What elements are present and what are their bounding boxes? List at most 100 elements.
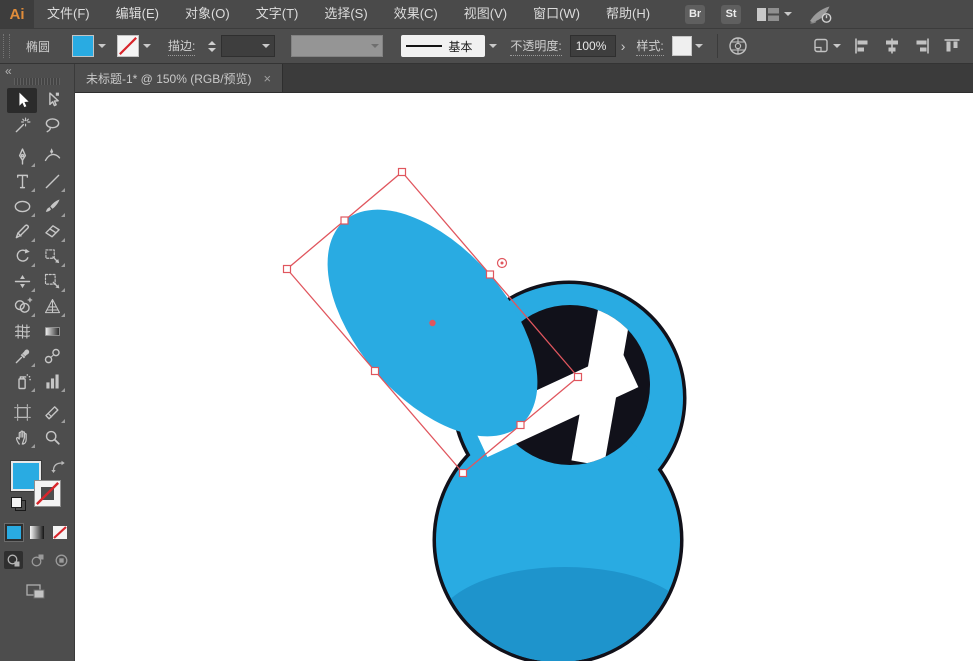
screen-mode-button[interactable] [25, 582, 49, 605]
stroke-weight-stepper[interactable] [205, 35, 218, 57]
collapse-panel-icon[interactable]: « [5, 65, 12, 77]
flyout-indicator [31, 288, 35, 292]
style-label[interactable]: 样式: [636, 37, 664, 56]
selection-handle[interactable] [340, 216, 349, 225]
brush-definition-combo[interactable]: 基本 [401, 35, 486, 57]
flyout-indicator [31, 444, 35, 448]
workspace-switcher[interactable] [757, 7, 793, 21]
artboard-tool[interactable] [7, 400, 37, 425]
gpu-performance-rocket-icon[interactable] [808, 5, 834, 24]
opacity-label[interactable]: 不透明度: [510, 37, 562, 56]
opacity-menu-arrow[interactable]: › [616, 35, 631, 57]
selection-handle[interactable] [282, 264, 292, 274]
stroke-weight-combo[interactable] [221, 35, 276, 57]
style-dropdown[interactable] [692, 35, 707, 57]
direct-selection-tool[interactable] [37, 88, 67, 113]
selection-handle[interactable] [458, 468, 468, 478]
zoom-tool[interactable] [37, 425, 67, 450]
fill-swatch-dropdown[interactable] [94, 35, 109, 57]
draw-inside-button[interactable] [52, 551, 71, 569]
gradient-icon [30, 526, 44, 539]
stroke-weight-label[interactable]: 描边: [168, 37, 196, 56]
shape-builder-tool[interactable] [7, 294, 37, 319]
menu-item-6[interactable]: 视图(V) [451, 0, 520, 28]
menu-item-1[interactable]: 编辑(E) [103, 0, 172, 28]
menu-item-5[interactable]: 效果(C) [381, 0, 451, 28]
artwork [282, 167, 687, 661]
flyout-indicator [61, 288, 65, 292]
mesh-tool[interactable] [7, 319, 37, 344]
fill-color-swatch[interactable] [72, 35, 95, 57]
scale-tool[interactable] [37, 244, 67, 269]
bridge-button[interactable]: Br [685, 4, 706, 24]
align-left-button[interactable] [853, 37, 871, 55]
control-bar-grip[interactable] [3, 34, 10, 58]
hand-tool[interactable] [7, 425, 37, 450]
brush-dropdown[interactable] [485, 35, 500, 57]
paintbrush-tool[interactable] [37, 194, 67, 219]
recolor-artwork-button[interactable] [728, 36, 748, 56]
style-swatch[interactable] [671, 36, 692, 56]
type-tool[interactable] [7, 169, 37, 194]
blend-tool[interactable] [37, 344, 67, 369]
symbol-sprayer-tool[interactable] [7, 369, 37, 394]
line-segment-tool[interactable] [37, 169, 67, 194]
shape-properties-button[interactable] [812, 36, 841, 56]
pencil-tool[interactable] [7, 219, 37, 244]
align-right-button[interactable] [913, 37, 931, 55]
selection-tool[interactable] [7, 88, 37, 113]
menu-item-0[interactable]: 文件(F) [34, 0, 103, 28]
align-left-icon [855, 38, 868, 54]
selection-center-point[interactable] [429, 319, 436, 327]
opacity-input[interactable] [569, 35, 616, 57]
align-center-icon [886, 38, 898, 54]
stock-button[interactable]: St [721, 4, 742, 24]
curvature-tool[interactable] [37, 144, 67, 169]
draw-normal-button[interactable] [3, 551, 23, 569]
selection-handle[interactable] [397, 167, 407, 177]
perspective-grid-tool[interactable] [37, 294, 67, 319]
close-icon[interactable]: × [264, 72, 272, 85]
menu-item-4[interactable]: 选择(S) [311, 0, 380, 28]
free-transform-tool[interactable] [37, 269, 67, 294]
menu-item-3[interactable]: 文字(T) [243, 0, 312, 28]
none-icon [53, 526, 67, 539]
align-right-icon [916, 38, 929, 54]
eraser-tool[interactable] [37, 219, 67, 244]
gradient-tool[interactable] [37, 319, 67, 344]
align-center-button[interactable] [883, 37, 901, 55]
drawing-mode-buttons [0, 551, 74, 569]
menu-item-2[interactable]: 对象(O) [172, 0, 243, 28]
align-top-button[interactable] [943, 37, 961, 55]
magic-wand-tool[interactable] [7, 113, 37, 138]
slice-tool[interactable] [37, 400, 67, 425]
menu-item-8[interactable]: 帮助(H) [593, 0, 663, 28]
selection-handle[interactable] [573, 372, 583, 382]
pen-tool[interactable] [7, 144, 37, 169]
stroke-swatch-dropdown[interactable] [139, 35, 154, 57]
artboard-canvas[interactable] [75, 93, 973, 661]
workspace-layout-icon [757, 7, 780, 21]
swap-fill-stroke-icon[interactable] [50, 459, 65, 473]
document-tab[interactable]: 未标题-1* @ 150% (RGB/预览) × [75, 64, 284, 92]
none-mode-button[interactable] [50, 523, 70, 542]
draw-behind-button[interactable] [28, 551, 47, 569]
color-mode-button[interactable] [4, 523, 24, 542]
selection-handle[interactable] [485, 270, 495, 279]
column-graph-tool[interactable] [37, 369, 67, 394]
stroke-color-swatch[interactable] [117, 35, 140, 57]
gradient-mode-button[interactable] [27, 523, 47, 542]
panel-drag-grip[interactable] [14, 78, 60, 85]
stroke-color-box[interactable] [34, 480, 61, 507]
control-bar: 椭圆 描边: 基本 不透明度: › 样式: [0, 29, 973, 64]
default-fill-stroke-icon[interactable] [11, 497, 26, 511]
selection-handle[interactable] [370, 366, 380, 376]
lasso-tool[interactable] [37, 113, 67, 138]
eyedropper-tool[interactable] [7, 344, 37, 369]
width-tool[interactable] [7, 269, 37, 294]
ellipse-tool[interactable] [7, 194, 37, 219]
selection-handle[interactable] [516, 420, 525, 430]
menu-items: 文件(F) 编辑(E) 对象(O) 文字(T) 选择(S) 效果(C) 视图(V) 窗口(W)… [34, 0, 663, 28]
rotate-tool[interactable] [7, 244, 37, 269]
menu-item-7[interactable]: 窗口(W) [520, 0, 593, 28]
